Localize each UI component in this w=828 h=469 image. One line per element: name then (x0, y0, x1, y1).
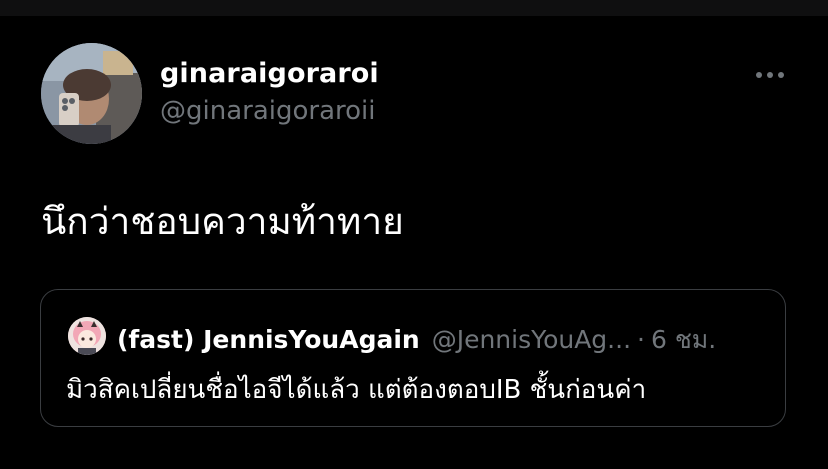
author-avatar[interactable] (41, 43, 142, 144)
quoted-tweet-timestamp[interactable]: 6 ชม. (651, 320, 716, 360)
tweet-text: นึกว่าชอบความท้าทาย (41, 200, 404, 243)
quoted-author-handle[interactable]: @JennisYouAg... (432, 325, 631, 354)
author-display-name[interactable]: ginaraigoraroi (160, 58, 379, 89)
more-options-button[interactable] (750, 62, 790, 88)
quoted-tweet-text: มิวสิคเปลี่ยนชื่อไอจีได้แล้ว แต่ต้องตอบI… (66, 375, 647, 405)
more-horizontal-icon (756, 72, 784, 78)
quoted-author-display-name[interactable]: (fast) JennisYouAgain (117, 325, 420, 354)
quoted-tweet-header: (fast) JennisYouAgain @JennisYouAg... · … (117, 320, 716, 360)
author-handle[interactable]: @ginaraigoraroii (160, 96, 376, 126)
quoted-tweet-card[interactable]: (fast) JennisYouAgain @JennisYouAg... · … (40, 289, 786, 427)
quoted-author-avatar[interactable] (68, 317, 106, 355)
top-bar (0, 0, 828, 16)
dot-separator: · (637, 325, 645, 354)
quoted-avatar-image (68, 317, 106, 355)
avatar-photo (41, 43, 142, 144)
